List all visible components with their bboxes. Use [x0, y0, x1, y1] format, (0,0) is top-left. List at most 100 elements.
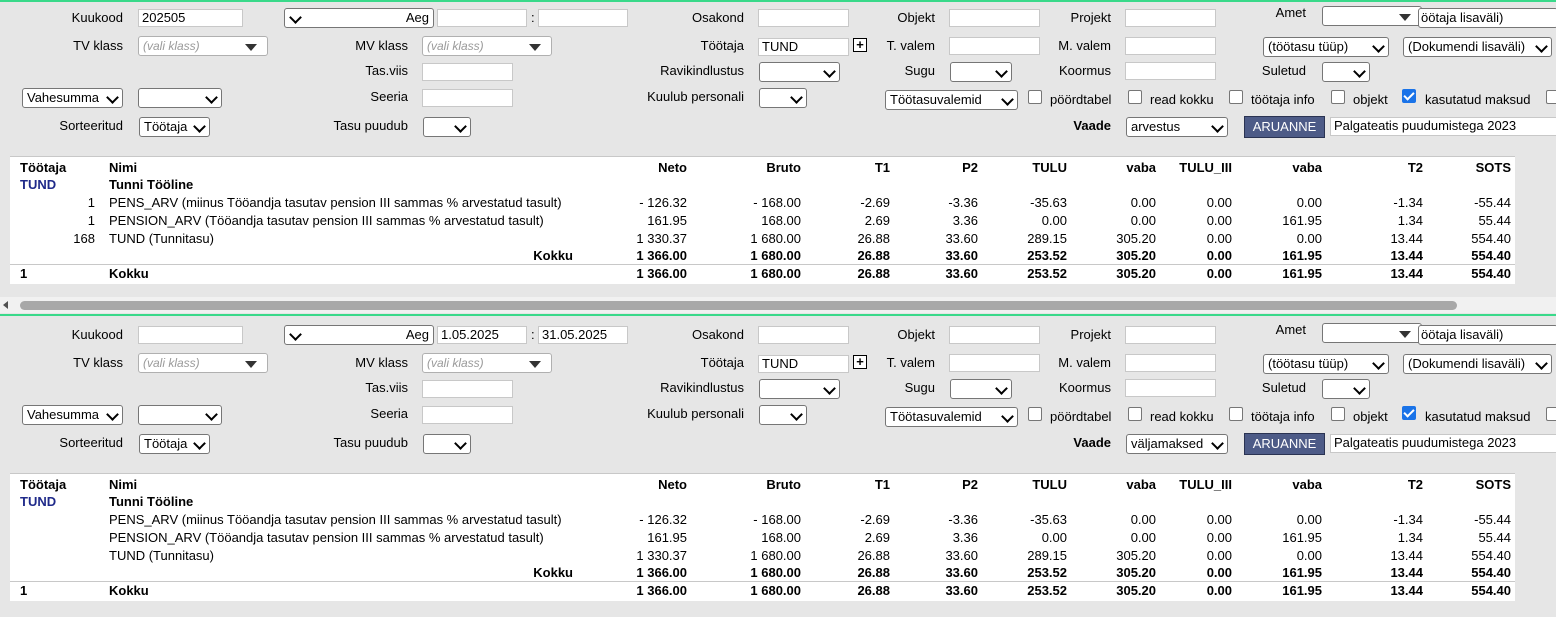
scrollbar-thumb[interactable] — [20, 301, 1457, 310]
tvalem-input[interactable] — [949, 37, 1040, 55]
tootasuvalemid-select[interactable]: Töötasuvalemid — [885, 90, 1018, 110]
chevron-down-icon — [1211, 437, 1224, 450]
mvalem-input[interactable] — [1125, 354, 1216, 372]
kuukood-input[interactable] — [138, 326, 243, 344]
kuulub-personali-select[interactable] — [759, 88, 807, 108]
aeg-to-input[interactable] — [538, 9, 628, 27]
col-header-t2: T2 — [1407, 160, 1423, 175]
vahesumma-select[interactable]: Vahesumma — [22, 405, 123, 425]
kuulub-personali-select[interactable] — [759, 405, 807, 425]
subtotal-label: Kokku — [533, 248, 573, 263]
tootaja-lisavali-select[interactable]: öötaja lisaväli) — [1418, 8, 1556, 28]
amet-select[interactable] — [1322, 6, 1422, 26]
subtotal-bruto: 1 680.00 — [750, 248, 801, 263]
sugu-label: Sugu — [904, 380, 935, 395]
objekt-checkbox[interactable] — [1331, 90, 1345, 104]
tootaja-info-checkbox[interactable] — [1229, 90, 1243, 104]
subtotal-vaba-2: 161.95 — [1282, 248, 1322, 263]
employee-code-link[interactable]: TUND — [20, 494, 56, 510]
suletud-select[interactable] — [1322, 62, 1370, 82]
dokumendi-lisavali-select[interactable]: (Dokumendi lisaväli) — [1403, 37, 1552, 57]
objekt-input[interactable] — [949, 326, 1040, 344]
tootasu-tyyp-select[interactable]: (töötasu tüüp) — [1263, 37, 1389, 57]
add-employee-plus-icon[interactable]: + — [853, 38, 867, 52]
aeg-to-input[interactable]: 31.05.2025 — [538, 326, 628, 344]
vaade-select[interactable]: väljamaksed — [1126, 434, 1228, 454]
read-kokku-checkbox[interactable] — [1128, 90, 1142, 104]
osakond-input[interactable] — [758, 326, 849, 344]
osakond-input[interactable] — [758, 9, 849, 27]
pivot-checkbox[interactable] — [1028, 90, 1042, 104]
cell-neto: - 126.32 — [639, 512, 687, 527]
dokumendi-lisavali-select[interactable]: (Dokumendi lisaväli) — [1403, 354, 1552, 374]
tvklass-select[interactable]: (vali klass) — [138, 353, 268, 373]
mvklass-select[interactable]: (vali klass) — [422, 353, 552, 373]
tasviis-input[interactable] — [422, 380, 513, 398]
extra-checkbox[interactable] — [1546, 407, 1556, 421]
cell-p2: -3.36 — [948, 512, 978, 527]
mvalem-input[interactable] — [1125, 37, 1216, 55]
kasutatud-maksud-label: kasutatud maksud — [1425, 92, 1531, 107]
chevron-down-icon — [790, 408, 803, 421]
aruanne-button[interactable]: ARUANNE — [1244, 433, 1325, 455]
sugu-select[interactable] — [950, 62, 1012, 82]
report-name-input[interactable]: Palgateatis puudumistega 2023 — [1330, 117, 1556, 136]
extra-checkbox[interactable] — [1546, 90, 1556, 104]
sorteeritud-select[interactable]: Töötaja — [139, 117, 210, 137]
aeg-select[interactable]: Aeg — [284, 8, 434, 28]
horizontal-scrollbar[interactable] — [0, 297, 1556, 313]
vahesumma-select[interactable]: Vahesumma — [22, 88, 123, 108]
sorteeritud-select[interactable]: Töötaja — [139, 434, 210, 454]
seeria-input[interactable] — [422, 89, 513, 107]
ravikindlustus-select[interactable] — [759, 379, 840, 399]
aeg-from-input[interactable]: 1.05.2025 — [437, 326, 527, 344]
tvalem-input[interactable] — [949, 354, 1040, 372]
tootaja-input[interactable]: TUND — [758, 355, 849, 373]
aruanne-button[interactable]: ARUANNE — [1244, 116, 1325, 138]
tootasu-tyyp-select[interactable]: (töötasu tüüp) — [1263, 354, 1389, 374]
aeg-select[interactable]: Aeg — [284, 325, 434, 345]
projekt-input[interactable] — [1125, 9, 1216, 27]
tvalem-label: T. valem — [886, 38, 935, 53]
tootaja-info-checkbox[interactable] — [1229, 407, 1243, 421]
seeria-input[interactable] — [422, 406, 513, 424]
read-kokku-checkbox[interactable] — [1128, 407, 1142, 421]
dropdown-arrow-icon — [1399, 331, 1411, 338]
kasutatud-maksud-checkbox[interactable] — [1402, 406, 1416, 420]
koormus-input[interactable] — [1125, 379, 1216, 397]
objekt-input[interactable] — [949, 9, 1040, 27]
tootasuvalemid-select[interactable]: Töötasuvalemid — [885, 407, 1018, 427]
koormus-input[interactable] — [1125, 62, 1216, 80]
tasviis-input[interactable] — [422, 63, 513, 81]
report-name-input[interactable]: Palgateatis puudumistega 2023 — [1330, 434, 1556, 453]
total-t2: 13.44 — [1390, 266, 1423, 281]
employee-code-link[interactable]: TUND — [20, 177, 56, 193]
aeg-from-input[interactable] — [437, 9, 527, 27]
ravikindlustus-select[interactable] — [759, 62, 840, 82]
add-employee-plus-icon[interactable]: + — [853, 355, 867, 369]
vahesumma-value: Vahesumma — [27, 90, 100, 105]
scroll-left-arrow-icon[interactable] — [3, 301, 8, 309]
kuukood-input[interactable]: 202505 — [138, 9, 243, 27]
tootaja-input[interactable]: TUND — [758, 38, 849, 56]
pivot-label: pöördtabel — [1050, 409, 1112, 424]
tasu-puudub-select[interactable] — [423, 117, 471, 137]
sugu-select[interactable] — [950, 379, 1012, 399]
vaade-select[interactable]: arvestus — [1126, 117, 1228, 137]
vahesumma2-select[interactable] — [138, 88, 222, 108]
tootaja-lisavali-select[interactable]: öötaja lisaväli) — [1418, 325, 1556, 345]
pivot-checkbox[interactable] — [1028, 407, 1042, 421]
chevron-down-icon — [454, 437, 467, 450]
suletud-select[interactable] — [1322, 379, 1370, 399]
tvklass-select[interactable]: (vali klass) — [138, 36, 268, 56]
col-header-t1: T1 — [874, 160, 890, 175]
amet-select[interactable] — [1322, 323, 1422, 343]
kasutatud-maksud-checkbox[interactable] — [1402, 89, 1416, 103]
objekt-checkbox[interactable] — [1331, 407, 1345, 421]
tasu-puudub-select[interactable] — [423, 434, 471, 454]
cell-t1: 26.88 — [857, 231, 890, 246]
vahesumma2-select[interactable] — [138, 405, 222, 425]
koormus-label: Koormus — [1058, 380, 1111, 395]
projekt-input[interactable] — [1125, 326, 1216, 344]
mvklass-select[interactable]: (vali klass) — [422, 36, 552, 56]
